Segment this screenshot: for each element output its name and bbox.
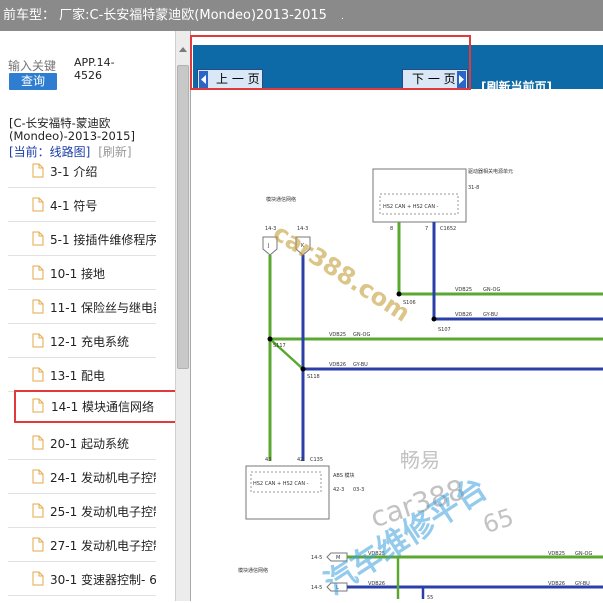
diagram-network-label: 模块通信网络 xyxy=(266,196,296,203)
wire-color-2: GY-BU xyxy=(483,312,498,318)
bottom-wire-color-3: GN-OG xyxy=(575,551,592,557)
splice-s118: S118 xyxy=(307,374,320,380)
document-icon xyxy=(32,435,44,450)
abs-code-1: 42-3 xyxy=(333,487,344,493)
document-icon xyxy=(32,163,44,178)
bottom-num: 55 xyxy=(427,595,433,601)
top-module-pins: HS2 CAN + HS2 CAN - xyxy=(383,204,439,210)
abs-module-pins: HS2 CAN + HS2 CAN - xyxy=(253,481,309,487)
document-icon xyxy=(32,537,44,552)
document-icon xyxy=(32,299,44,314)
sidebar-item-label: 10-1 接地 xyxy=(50,267,106,281)
sidebar-item-label: 30-1 变速器控制- 6F35 xyxy=(50,573,156,587)
top-module-title: 驱动器相关电源单元 xyxy=(468,168,513,175)
sidebar-item-label: 20-1 起动系统 xyxy=(50,437,130,451)
sidebar-item[interactable]: 12-1 充电系统 xyxy=(8,325,156,358)
wire-code-2: VDB26 xyxy=(455,312,472,318)
highlight-frame xyxy=(190,35,471,90)
wire-code-4: VDB26 xyxy=(329,362,346,368)
search-input[interactable] xyxy=(8,58,60,74)
sidebar-item-active[interactable]: 14-1 模块通信网络 xyxy=(14,390,179,423)
titlebar-text: 前车型： 厂家:C-长安福特蒙迪欧(Mondeo)2013-2015 xyxy=(3,8,327,23)
search-button[interactable]: 查询 xyxy=(9,73,57,90)
bottom-wire-code-4: VDB26 xyxy=(548,581,565,587)
document-icon xyxy=(32,503,44,518)
document-viewer: 上 一 页 下 一 页 [刷新当前页] 驱动器相关电源单元 31-8 HS2 C… xyxy=(190,31,603,602)
document-icon xyxy=(32,367,44,382)
wire-color-4: GY-BU xyxy=(353,362,368,368)
sidebar-item[interactable]: 13-1 配电 xyxy=(8,359,156,392)
top-pin-conn: C1652 xyxy=(440,226,456,232)
sidebar-scrollbar[interactable] xyxy=(175,31,190,601)
splice-s117: S117 xyxy=(273,343,286,349)
sidebar-item[interactable]: 4-1 符号 xyxy=(8,189,156,222)
abs-pin-conn: C135 xyxy=(310,457,323,463)
conn-left-pin: J xyxy=(267,243,269,249)
sidebar-item[interactable]: 5-1 接插件维修程序 xyxy=(8,223,156,256)
sidebar-item[interactable]: 27-1 发动机电子控制 - xyxy=(8,529,156,562)
watermark-changyi: 畅易 xyxy=(400,448,440,472)
sidebar-item-label: 11-1 保险丝与继电器信息 xyxy=(50,301,156,315)
sidebar-item[interactable]: 30-1 变速器控制- 6F35 xyxy=(8,563,156,596)
sidebar-item-label: 27-1 发动机电子控制 - xyxy=(50,539,156,553)
bottom-wire-color-4: GY-BU xyxy=(575,581,590,587)
top-pin-8: 8 xyxy=(390,226,393,232)
sidebar-item[interactable]: 10-1 接地 xyxy=(8,257,156,290)
abs-module-title: ABS 模块 xyxy=(333,472,355,479)
sidebar-item-label: 12-1 充电系统 xyxy=(50,335,130,349)
titlebar-dot: . xyxy=(341,12,344,22)
sidebar-item-label: 3-1 介绍 xyxy=(50,165,98,179)
document-icon xyxy=(32,398,44,413)
document-icon xyxy=(32,265,44,280)
can-low-wires xyxy=(301,222,603,461)
titlebar: 前车型： 厂家:C-长安福特蒙迪欧(Mondeo)2013-2015 . xyxy=(0,0,603,31)
sidebar-item-label: 5-1 接插件维修程序 xyxy=(50,233,156,247)
abs-pin-43: 43 xyxy=(265,457,271,463)
abs-code-2: 03-3 xyxy=(353,487,364,493)
wire-color-1: GN-OG xyxy=(483,287,500,293)
bottom-network-label: 模块通信网络 xyxy=(238,567,268,574)
sidebar-item[interactable]: 3-1 介绍 xyxy=(8,155,156,188)
document-icon xyxy=(32,333,44,348)
sidebar-item[interactable]: 11-1 保险丝与继电器信息 xyxy=(8,291,156,324)
top-module-sub: 31-8 xyxy=(468,185,479,191)
abs-pin-42: 42 xyxy=(297,457,303,463)
sidebar: 查询 APP.14-4526 [C-长安福特-蒙迪欧(Mondeo)-2013-… xyxy=(0,31,191,601)
app-id: APP.14-4526 xyxy=(74,56,115,82)
sidebar-item-label: 14-1 模块通信网络 xyxy=(51,400,155,414)
sidebar-item[interactable]: 24-1 发动机电子控制 - xyxy=(8,461,156,494)
document-icon xyxy=(32,231,44,246)
sidebar-item[interactable]: 25-1 发动机电子控制 - xyxy=(8,495,156,528)
sidebar-item-label: 24-1 发动机电子控制 - xyxy=(50,471,156,485)
sidebar-item-label: 4-1 符号 xyxy=(50,199,98,213)
vehicle-label: [C-长安福特-蒙迪欧(Mondeo)-2013-2015] xyxy=(9,116,135,143)
document-icon xyxy=(32,571,44,586)
bottom-conn-2: 14-5 xyxy=(311,585,322,591)
sidebar-item-label: 25-1 发动机电子控制 - xyxy=(50,505,156,519)
top-pin-7: 7 xyxy=(425,226,428,232)
sidebar-item-label: 13-1 配电 xyxy=(50,369,106,383)
wire-code-1: VDB25 xyxy=(455,287,472,293)
bottom-wire-code-3: VDB25 xyxy=(548,551,565,557)
wire-color-3: GN-OG xyxy=(353,332,370,338)
scrollbar-thumb[interactable] xyxy=(177,65,189,369)
sidebar-item[interactable]: 20-1 起动系统 xyxy=(8,427,156,460)
scroll-up-arrow-icon[interactable] xyxy=(179,47,187,52)
wire-code-3: VDB25 xyxy=(329,332,346,338)
document-icon xyxy=(32,197,44,212)
document-icon xyxy=(32,469,44,484)
splice-s107: S107 xyxy=(438,327,451,333)
